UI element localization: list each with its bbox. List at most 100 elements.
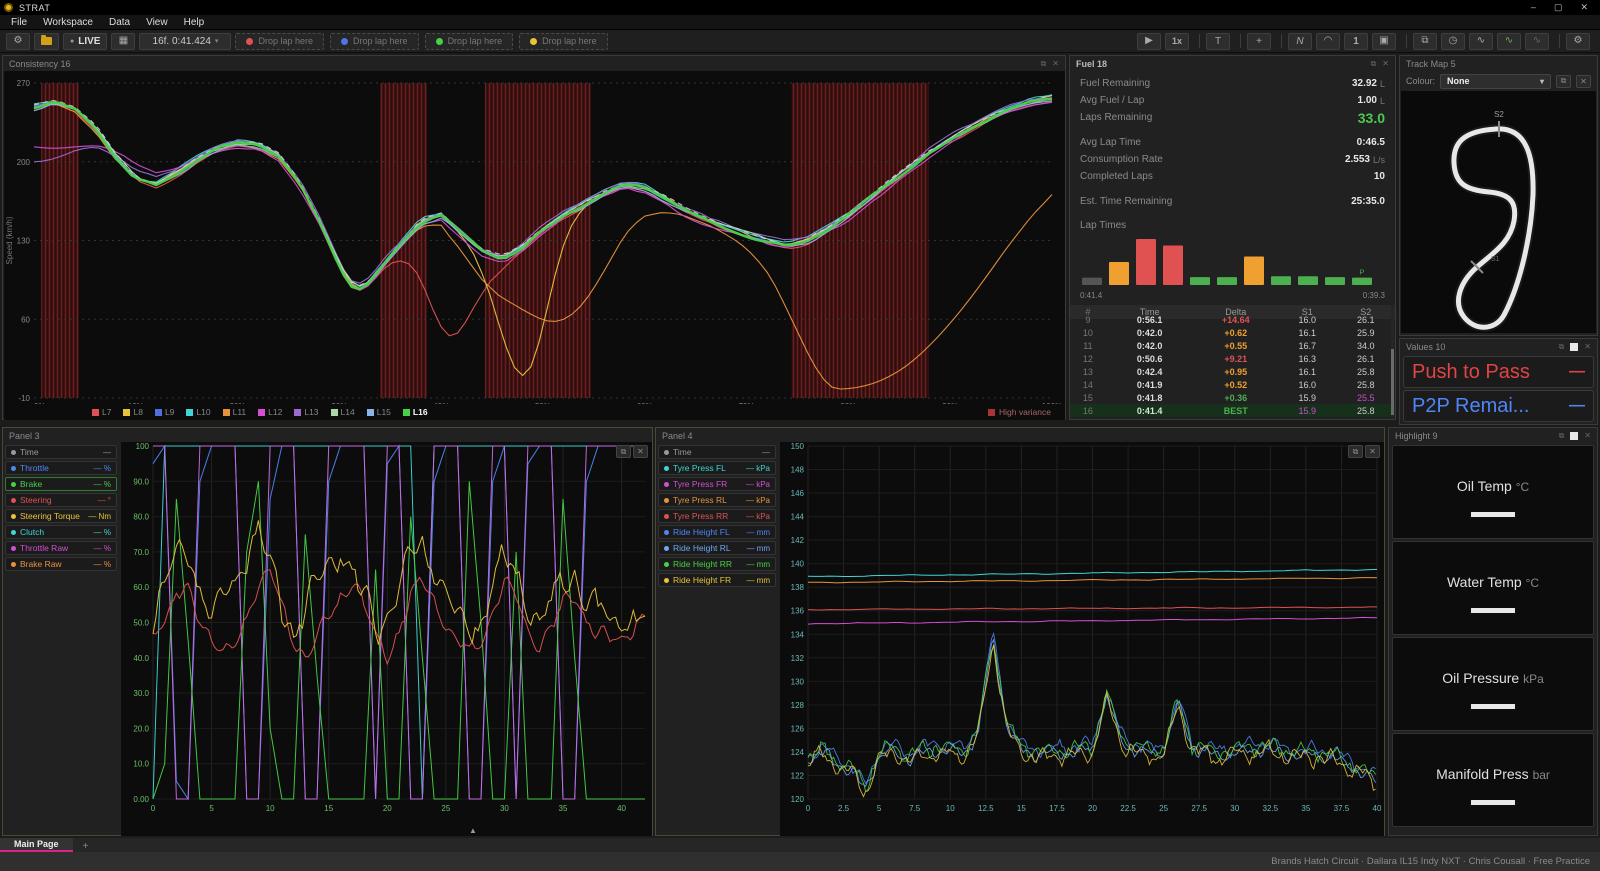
highlight-color-swatch[interactable] bbox=[1570, 431, 1579, 440]
panel3-legend-brake[interactable]: Brake — % bbox=[5, 477, 117, 491]
lap-selector-dropdown[interactable]: 16f. 0:41.424 ▾ bbox=[139, 32, 232, 50]
lap-legend-l7[interactable]: L7 bbox=[92, 407, 111, 417]
lap-legend-l8[interactable]: L8 bbox=[123, 407, 143, 417]
panel4-legend-time[interactable]: Time — bbox=[658, 445, 776, 459]
panel4-legend-ride-height-rr[interactable]: Ride Height RR — mm bbox=[658, 557, 776, 571]
panel4-legend-tyre-press-fl[interactable]: Tyre Press FL — kPa bbox=[658, 461, 776, 475]
drop-lap-zone-3[interactable]: Drop lap here bbox=[424, 32, 514, 50]
lap-legend-l10[interactable]: L10 bbox=[186, 407, 211, 417]
panel3-legend-throttle[interactable]: Throttle — % bbox=[5, 461, 117, 475]
drop-lap-zone-1[interactable]: Drop lap here bbox=[235, 32, 325, 50]
panel4-legend-ride-height-fl[interactable]: Ride Height FL — mm bbox=[658, 525, 776, 539]
highlight-card-oil-pressure[interactable]: Oil Pressure kPa bbox=[1392, 637, 1594, 731]
add-panel-button[interactable]: + bbox=[1247, 32, 1271, 50]
app-settings-button[interactable]: ⚙ bbox=[1566, 32, 1590, 50]
lap-table-row-11[interactable]: 11 0:42.0 +0.55 16.7 34.0 bbox=[1070, 339, 1395, 352]
track-close-button[interactable]: ✕ bbox=[1576, 74, 1591, 88]
fuel-copy-icon[interactable]: ⧉ bbox=[1371, 59, 1377, 69]
menu-data[interactable]: Data bbox=[102, 16, 137, 29]
highlight-card-oil-temp[interactable]: Oil Temp °C bbox=[1392, 445, 1594, 539]
table-scrollbar[interactable] bbox=[1391, 305, 1394, 417]
copy-layout-button[interactable]: ⧉ bbox=[1413, 32, 1437, 50]
lap-table-row-9[interactable]: 9 0:56.1 +14.64 16.0 26.1 bbox=[1070, 313, 1395, 326]
svg-text:120: 120 bbox=[791, 795, 805, 804]
lap-legend-l15[interactable]: L15 bbox=[366, 407, 391, 417]
panel4-legend-ride-height-fr[interactable]: Ride Height FR — mm bbox=[658, 573, 776, 587]
lap-table-row-14[interactable]: 14 0:41.9 +0.52 16.0 25.8 bbox=[1070, 378, 1395, 391]
colour-select[interactable]: None ▾ bbox=[1440, 73, 1551, 89]
cursor-marker-icon[interactable]: ▲ bbox=[469, 826, 477, 835]
lap-table-row-16[interactable]: 16 0:41.4 BEST 15.9 25.8 bbox=[1070, 404, 1395, 417]
add-page-button[interactable]: + bbox=[73, 841, 99, 852]
playback-speed-button[interactable]: 1x bbox=[1164, 32, 1189, 50]
consistency-copy-icon[interactable]: ⧉ bbox=[1041, 59, 1047, 69]
lap-table-row-12[interactable]: 12 0:50.6 +9.21 16.3 26.1 bbox=[1070, 352, 1395, 365]
lasso-tool-button[interactable]: ◠ bbox=[1316, 32, 1340, 50]
panel4-chart[interactable]: 0 2.5 5 7.5 10 12.5 15 17.5 20 22.5 25 27.5 30 32.5 35… bbox=[780, 442, 1384, 836]
panel3-legend-brake-raw[interactable]: Brake Raw — % bbox=[5, 557, 117, 571]
panel4-legend-tyre-press-fr[interactable]: Tyre Press FR — kPa bbox=[658, 477, 776, 491]
values-close-icon[interactable]: ✕ bbox=[1584, 342, 1591, 351]
line-chart-button[interactable]: ∿ bbox=[1469, 32, 1493, 50]
panel4-legend-tyre-press-rr[interactable]: Tyre Press RR — kPa bbox=[658, 509, 776, 523]
panel3-legend-time[interactable]: Time — bbox=[5, 445, 117, 459]
play-button[interactable]: ▶ bbox=[1136, 32, 1161, 50]
drop-lap-zone-2[interactable]: Drop lap here bbox=[330, 32, 419, 50]
value-box-1[interactable]: Push to Pass — bbox=[1403, 356, 1594, 388]
close-button[interactable]: ✕ bbox=[1580, 2, 1588, 13]
highlight-card-manifold-press[interactable]: Manifold Press bar bbox=[1392, 733, 1594, 827]
panel3-copy-button[interactable]: ⧉ bbox=[616, 445, 631, 458]
lap-table-row-10[interactable]: 10 0:42.0 +0.62 16.1 25.9 bbox=[1070, 326, 1395, 339]
text-tool-button[interactable]: T bbox=[1206, 32, 1230, 50]
lap-legend-l9[interactable]: L9 bbox=[154, 407, 174, 417]
highlight-card-water-temp[interactable]: Water Temp °C bbox=[1392, 541, 1594, 635]
lap-legend-l11[interactable]: L11 bbox=[222, 407, 246, 417]
consistency-close-icon[interactable]: ✕ bbox=[1052, 59, 1059, 68]
panel4-legend-tyre-press-rl[interactable]: Tyre Press RL — kPa bbox=[658, 493, 776, 507]
panel3-legend-steering[interactable]: Steering — ° bbox=[5, 493, 117, 507]
lap-legend-l16[interactable]: L16 bbox=[402, 407, 428, 417]
menu-file[interactable]: File bbox=[4, 16, 34, 29]
tab-main-page[interactable]: Main Page bbox=[0, 838, 73, 852]
panel3-legend-steering-torque[interactable]: Steering Torque — Nm bbox=[5, 509, 117, 523]
time-mode-button[interactable]: ◷ bbox=[1441, 32, 1465, 50]
fuel-close-icon[interactable]: ✕ bbox=[1382, 59, 1389, 68]
panel3-close-button[interactable]: ✕ bbox=[633, 445, 648, 458]
track-copy-button[interactable]: ⧉ bbox=[1556, 74, 1571, 88]
lap-times-bar-chart[interactable]: P bbox=[1080, 233, 1387, 285]
open-file-button[interactable] bbox=[34, 32, 59, 50]
menu-workspace[interactable]: Workspace bbox=[36, 16, 100, 29]
maximize-button[interactable]: ▢ bbox=[1554, 2, 1563, 13]
panel4-copy-button[interactable]: ⧉ bbox=[1348, 445, 1363, 458]
highlight-copy-icon[interactable]: ⧉ bbox=[1559, 431, 1565, 441]
lap-legend-l12[interactable]: L12 bbox=[258, 407, 282, 417]
scatter-chart-button[interactable]: ∿ bbox=[1525, 32, 1549, 50]
multi-line-chart-button[interactable]: ∿ bbox=[1497, 32, 1521, 50]
values-copy-icon[interactable]: ⧉ bbox=[1559, 342, 1565, 352]
annotation-tool-button[interactable]: N bbox=[1288, 32, 1312, 50]
menu-view[interactable]: View bbox=[139, 16, 175, 29]
live-button[interactable]: ● LIVE bbox=[63, 32, 108, 50]
lap-legend-l13[interactable]: L13 bbox=[294, 407, 319, 417]
panel4-close-button[interactable]: ✕ bbox=[1365, 445, 1380, 458]
lap-table-row-13[interactable]: 13 0:42.4 +0.95 16.1 25.8 bbox=[1070, 365, 1395, 378]
screenshot-button[interactable]: ▣ bbox=[1372, 32, 1396, 50]
lap-table-row-15[interactable]: 15 0:41.8 +0.36 15.9 25.5 bbox=[1070, 391, 1395, 404]
consistency-chart[interactable]: 27020013060-100%10%20%30%40%50%60%70%80%… bbox=[4, 71, 1065, 404]
single-lap-button[interactable]: 1 bbox=[1344, 32, 1368, 50]
values-color-swatch[interactable] bbox=[1570, 342, 1579, 351]
settings-button[interactable]: ⚙ bbox=[6, 32, 30, 50]
menu-help[interactable]: Help bbox=[177, 16, 212, 29]
highlight-close-icon[interactable]: ✕ bbox=[1584, 431, 1591, 440]
svg-text:100: 100 bbox=[136, 442, 150, 451]
panel4-legend-ride-height-rl[interactable]: Ride Height RL — mm bbox=[658, 541, 776, 555]
panel3-chart[interactable]: 0 5 10 15 20 25 30 35 40 100 90.0 80.0 70.0 60.0 50.0 4… bbox=[121, 442, 652, 836]
panel3-legend-throttle-raw[interactable]: Throttle Raw — % bbox=[5, 541, 117, 555]
lap-table[interactable]: # Time Delta S1 S2 9 0:56.1 +14.64 16.0 26.1 10 0:4… bbox=[1070, 305, 1395, 417]
value-box-2[interactable]: P2P Remai... — bbox=[1403, 390, 1594, 422]
drop-lap-zone-4[interactable]: Drop lap here bbox=[519, 32, 608, 50]
panel3-legend-clutch[interactable]: Clutch — % bbox=[5, 525, 117, 539]
minimize-button[interactable]: – bbox=[1531, 2, 1536, 13]
pattern-button[interactable]: ▦ bbox=[111, 32, 136, 50]
lap-legend-l14[interactable]: L14 bbox=[330, 407, 355, 417]
